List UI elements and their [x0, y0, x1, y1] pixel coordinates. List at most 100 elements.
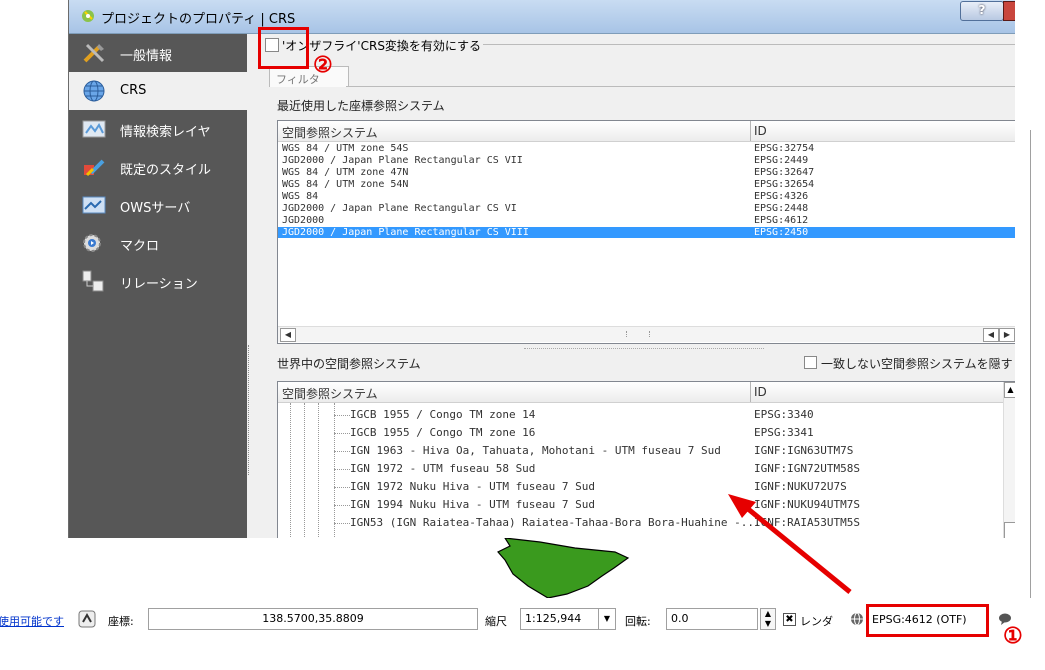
tree-branch	[334, 523, 350, 525]
otf-label: 'オンザフライ'CRS変換を有効にする	[282, 39, 482, 53]
sidebar-item-general[interactable]: 一般情報	[69, 34, 247, 72]
rotation-label: 回転:	[625, 615, 651, 628]
rotation-spinner[interactable]: ▲ ▼	[760, 608, 776, 630]
close-button[interactable]	[1003, 1, 1015, 21]
sidebar-item-macros[interactable]: マクロ	[69, 224, 247, 262]
table-row[interactable]: IGN 1972 Nuku Hiva - UTM fuseau 7 Sud IGN…	[278, 478, 1015, 496]
messages-icon[interactable]	[78, 610, 96, 628]
crs-id: EPSG:2449	[754, 155, 809, 166]
crs-name: IGN 1972 - UTM fuseau 58 Sud	[350, 462, 536, 475]
sidebar: 一般情報 CRS 情報検索レイヤ 既定のスタイル OWSサーバ マクロ リレーシ…	[69, 34, 247, 538]
column-header-crs[interactable]: 空間参照システム	[282, 124, 378, 141]
tree-branch	[334, 433, 350, 435]
world-crs-table[interactable]: 空間参照システム ID IGCB 1955 / Congo TM zone 14…	[277, 381, 1015, 538]
table-row[interactable]: JGD2000 / Japan Plane Rectangular CS VI E…	[278, 203, 1015, 214]
sidebar-item-default-styles[interactable]: 既定のスタイル	[69, 148, 247, 186]
sidebar-splitter[interactable]	[248, 345, 251, 475]
sidebar-item-crs[interactable]: CRS	[69, 72, 247, 110]
chevron-down-icon[interactable]: ▼	[598, 608, 616, 630]
vertical-scrollbar[interactable]: ▲	[1003, 382, 1015, 538]
coordinate-input[interactable]: 138.5700,35.8809	[148, 608, 478, 630]
map-canvas[interactable]	[0, 538, 1045, 598]
project-properties-dialog: プロジェクトのプロパティ | CRS ? 一般情報 CRS 情報検索レイヤ 既定…	[68, 0, 1015, 538]
scroll-right-icon[interactable]: ▶	[999, 328, 1015, 342]
hide-checkbox-box[interactable]	[804, 356, 817, 369]
table-row[interactable]: WGS 84 EPSG:4326	[278, 191, 1015, 202]
scroll-left-icon[interactable]: ◀	[983, 328, 999, 342]
relation-table-icon	[82, 270, 104, 292]
crs-name: IGCB 1955 / Congo TM zone 14	[350, 408, 536, 421]
map-search-icon	[82, 120, 106, 138]
crs-id: EPSG:2448	[754, 203, 809, 214]
crs-id: EPSG:3341	[754, 426, 814, 439]
table-row[interactable]: WGS 84 / UTM zone 54N EPSG:32654	[278, 179, 1015, 190]
table-row[interactable]: IGCB 1955 / Congo TM zone 16 EPSG:3341	[278, 424, 1015, 442]
render-checkbox[interactable]: ✖	[783, 613, 796, 626]
crs-name: IGN 1994 Nuku Hiva - UTM fuseau 7 Sud	[350, 498, 596, 511]
crs-id: EPSG:4612	[754, 215, 809, 226]
server-map-icon	[82, 196, 106, 214]
table-header: 空間参照システム ID	[278, 121, 1015, 142]
scale-combobox[interactable]: 1:125,944	[520, 608, 602, 630]
recent-crs-table[interactable]: 空間参照システム ID WGS 84 / UTM zone 54S EPSG:32…	[277, 120, 1015, 344]
world-crs-title: 世界中の空間参照システム	[277, 357, 421, 371]
crs-id: EPSG:32647	[754, 167, 815, 178]
scroll-up-icon[interactable]: ▲	[1004, 382, 1015, 398]
plugin-status-link[interactable]: 使用可能です	[0, 613, 64, 629]
table-row[interactable]: JGD2000 EPSG:4612	[278, 215, 1015, 226]
crs-name: IGCB 1955 / Congo TM zone 16	[350, 426, 536, 439]
tree-branch	[334, 469, 350, 471]
tree-branch	[334, 415, 350, 417]
crs-id: IGNF:IGN63UTM7S	[754, 444, 854, 457]
crs-id: EPSG:32654	[754, 179, 815, 190]
annotation-number-two: ②	[313, 52, 333, 78]
tree-branch	[334, 487, 350, 489]
column-header-crs[interactable]: 空間参照システム	[282, 385, 378, 402]
otf-groupbox: 'オンザフライ'CRS変換を有効にする	[261, 36, 1015, 54]
annotation-box-otf	[258, 27, 309, 69]
table-row[interactable]: IGN53 (IGN Raiatea-Tahaa) Raiatea-Tahaa-…	[278, 514, 1015, 532]
table-row[interactable]: IGN 1994 Nuku Hiva - UTM fuseau 7 Sud IGN…	[278, 496, 1015, 514]
crs-globe-icon[interactable]	[850, 612, 864, 626]
horizontal-scrollbar[interactable]: ◀ ◀ ▶	[278, 326, 1015, 342]
scroll-thumb[interactable]	[1004, 522, 1015, 538]
column-header-id[interactable]: ID	[754, 124, 767, 138]
panel-splitter[interactable]	[524, 348, 764, 350]
column-header-id[interactable]: ID	[754, 385, 767, 399]
table-row[interactable]: IGN 1963 - Hiva Oa, Tahuata, Mohotani - …	[278, 442, 1015, 460]
sidebar-item-identify-layers[interactable]: 情報検索レイヤ	[69, 110, 247, 148]
crs-name: WGS 84 / UTM zone 54S	[282, 143, 409, 154]
divider	[346, 86, 1015, 87]
table-row[interactable]: JGD2000 / Japan Plane Rectangular CS VII…	[278, 155, 1015, 166]
table-row[interactable]: WGS 84 / UTM zone 54S EPSG:32754	[278, 143, 1015, 154]
help-button[interactable]: ?	[960, 1, 1004, 21]
filter-field[interactable]: フィルタ	[269, 66, 349, 87]
rotation-input[interactable]: 0.0	[666, 608, 758, 630]
map-polygon	[497, 538, 630, 598]
sidebar-item-relations[interactable]: リレーション	[69, 262, 247, 300]
crs-id: EPSG:32754	[754, 143, 815, 154]
scroll-left-icon[interactable]: ◀	[280, 328, 296, 342]
crs-name: WGS 84 / UTM zone 54N	[282, 179, 409, 190]
gear-play-icon	[83, 234, 101, 252]
map-border	[1030, 130, 1031, 600]
table-row[interactable]: IGN 1972 - UTM fuseau 58 Sud IGNF:IGN72UT…	[278, 460, 1015, 478]
tree-branch	[334, 505, 350, 507]
column-separator[interactable]	[750, 121, 751, 141]
crs-name: IGN 1963 - Hiva Oa, Tahuata, Mohotani - …	[350, 444, 721, 457]
table-row[interactable]: JGD2000 / Japan Plane Rectangular CS VII…	[278, 227, 1015, 238]
table-header: 空間参照システム ID	[278, 382, 1015, 403]
crs-name: WGS 84 / UTM zone 47N	[282, 167, 409, 178]
crs-id: EPSG:3340	[754, 408, 814, 421]
crs-id: EPSG:4326	[754, 191, 809, 202]
coordinate-label: 座標:	[108, 615, 134, 628]
sidebar-item-ows-server[interactable]: OWSサーバ	[69, 186, 247, 224]
tools-icon	[83, 43, 105, 63]
scale-label: 縮尺	[485, 615, 507, 628]
scroll-grip[interactable]	[626, 331, 650, 337]
table-row[interactable]: IGCB 1955 / Congo TM zone 14 EPSG:3340	[278, 406, 1015, 424]
column-separator[interactable]	[750, 382, 751, 402]
qgis-icon	[82, 10, 94, 22]
window-title: プロジェクトのプロパティ | CRS	[101, 12, 296, 27]
table-row[interactable]: WGS 84 / UTM zone 47N EPSG:32647	[278, 167, 1015, 178]
